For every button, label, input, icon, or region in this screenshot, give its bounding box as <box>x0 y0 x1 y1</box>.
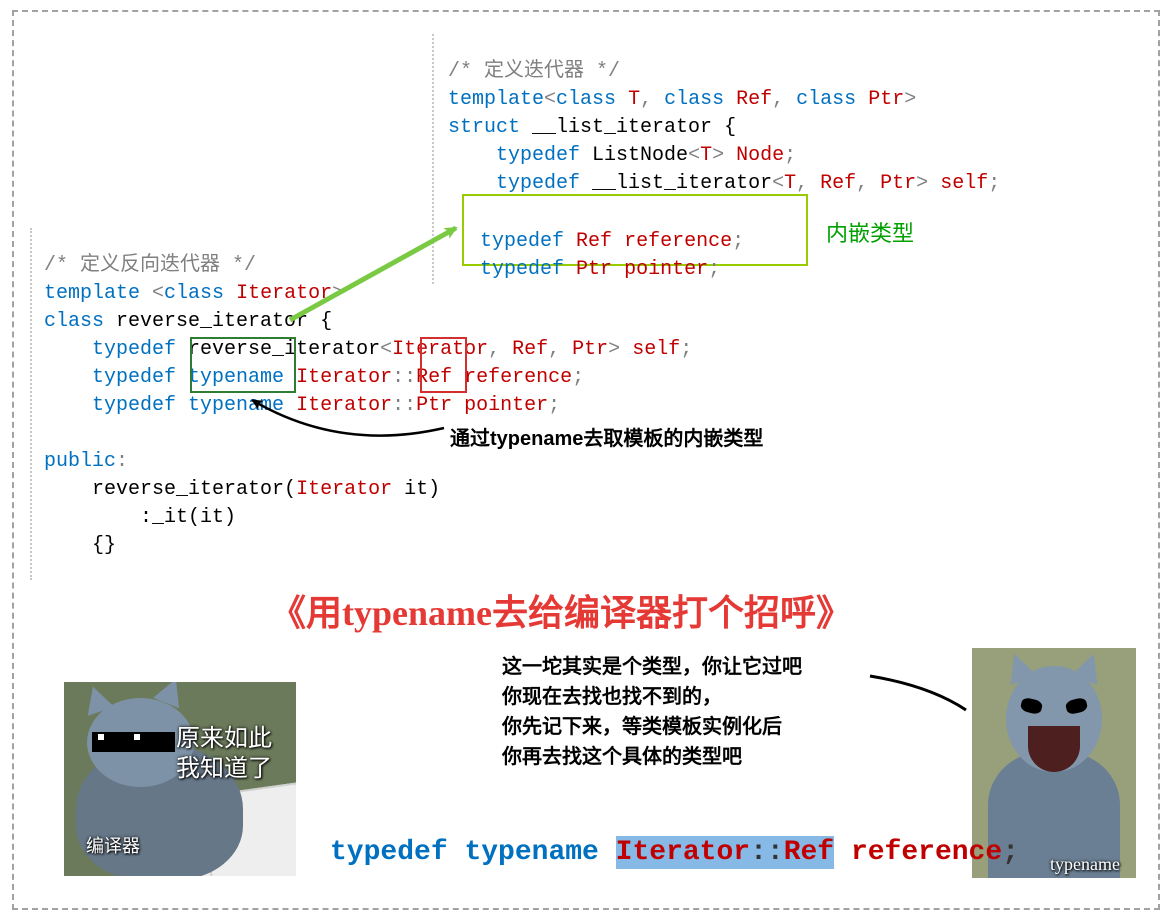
hl-Iterator: Iterator <box>616 837 750 868</box>
targ-Ref: Ref <box>512 338 548 361</box>
type-listnode: ListNode <box>592 144 688 167</box>
kw-typename: typename <box>188 394 284 417</box>
kw-typename: typename <box>464 837 598 868</box>
targ-Ref: Ref <box>820 172 856 195</box>
targ-Ptr: Ptr <box>880 172 916 195</box>
kw-struct: struct <box>448 116 520 139</box>
alias-self: self <box>940 172 988 195</box>
kw-typedef: typedef <box>330 837 448 868</box>
comment: /* 定义反向迭代器 */ <box>44 254 256 277</box>
kw-typedef: typedef <box>496 144 580 167</box>
tparam-Ref: Ref <box>736 88 772 111</box>
alias-self: self <box>632 338 680 361</box>
class-reverse-it: reverse_iterator { <box>116 310 332 333</box>
kw-class: class <box>664 88 724 111</box>
qual-Iterator: Iterator <box>296 394 392 417</box>
kw-public: public <box>44 450 116 473</box>
kw-class: class <box>164 282 224 305</box>
meme-left-tag: 编译器 <box>86 832 140 858</box>
alias-Node: Node <box>736 144 784 167</box>
hl-scope: :: <box>750 837 784 868</box>
type-list-it: __list_iterator <box>592 172 772 195</box>
kw-typedef: typedef <box>496 172 580 195</box>
meme-left-caption: 原来如此 我知道了 <box>176 694 272 784</box>
meme-right-tag: typename <box>1050 854 1120 875</box>
alias-pointer: pointer <box>464 394 548 417</box>
tparam-Iterator: Iterator <box>236 282 332 305</box>
caption-title: 《用typename去给编译器打个招呼》 <box>270 584 852 636</box>
bottom-code-line: typedef typename Iterator::Ref reference… <box>330 806 1019 868</box>
kw-typedef: typedef <box>92 394 176 417</box>
annotation-via-typename: 通过typename去取模板的内嵌类型 <box>450 422 763 451</box>
kw-template: template <box>44 282 140 305</box>
top-code-block: /* 定义迭代器 */ template<class T, class Ref,… <box>448 30 1000 198</box>
kw-typedef: typedef <box>92 338 176 361</box>
nested-Ptr: Ptr <box>416 394 452 417</box>
targ-T: T <box>784 172 796 195</box>
param-name: it) <box>392 478 440 501</box>
alias-reference: reference <box>464 366 572 389</box>
param-type: Iterator <box>296 478 392 501</box>
targ-Ptr: Ptr <box>572 338 608 361</box>
semicolon: ; <box>1002 837 1019 868</box>
qual-Iterator: Iterator <box>296 366 392 389</box>
tparam-Ptr: Ptr <box>868 88 904 111</box>
kw-typedef: typedef <box>92 366 176 389</box>
line2: 我知道了 <box>176 756 272 782</box>
kw-class: class <box>44 310 104 333</box>
kw-template: template <box>448 88 544 111</box>
kw-class: class <box>556 88 616 111</box>
speech-bubble-text: 这一坨其实是个类型，你让它过吧 你现在去找也找不到的， 你先记下来，等类模板实例… <box>502 652 802 772</box>
label-nested-type: 内嵌类型 <box>826 216 914 248</box>
typename-highlight-box <box>190 337 296 393</box>
hl-Ref: Ref <box>784 837 834 868</box>
targ-T: T <box>700 144 712 167</box>
left-code-block: /* 定义反向迭代器 */ template <class Iterator> … <box>44 224 692 560</box>
code-guide-line <box>30 228 32 580</box>
ctor-body: {} <box>92 534 116 557</box>
init-list: :_it(it) <box>140 506 236 529</box>
struct-name: __list_iterator { <box>532 116 736 139</box>
line1: 原来如此 <box>176 726 272 752</box>
tparam-T: T <box>628 88 640 111</box>
kw-class: class <box>796 88 856 111</box>
alias-reference: reference <box>851 837 1002 868</box>
ref-ptr-highlight-box <box>420 337 467 393</box>
ctor-name: reverse_iterator( <box>92 478 296 501</box>
comment: /* 定义迭代器 */ <box>448 60 620 83</box>
